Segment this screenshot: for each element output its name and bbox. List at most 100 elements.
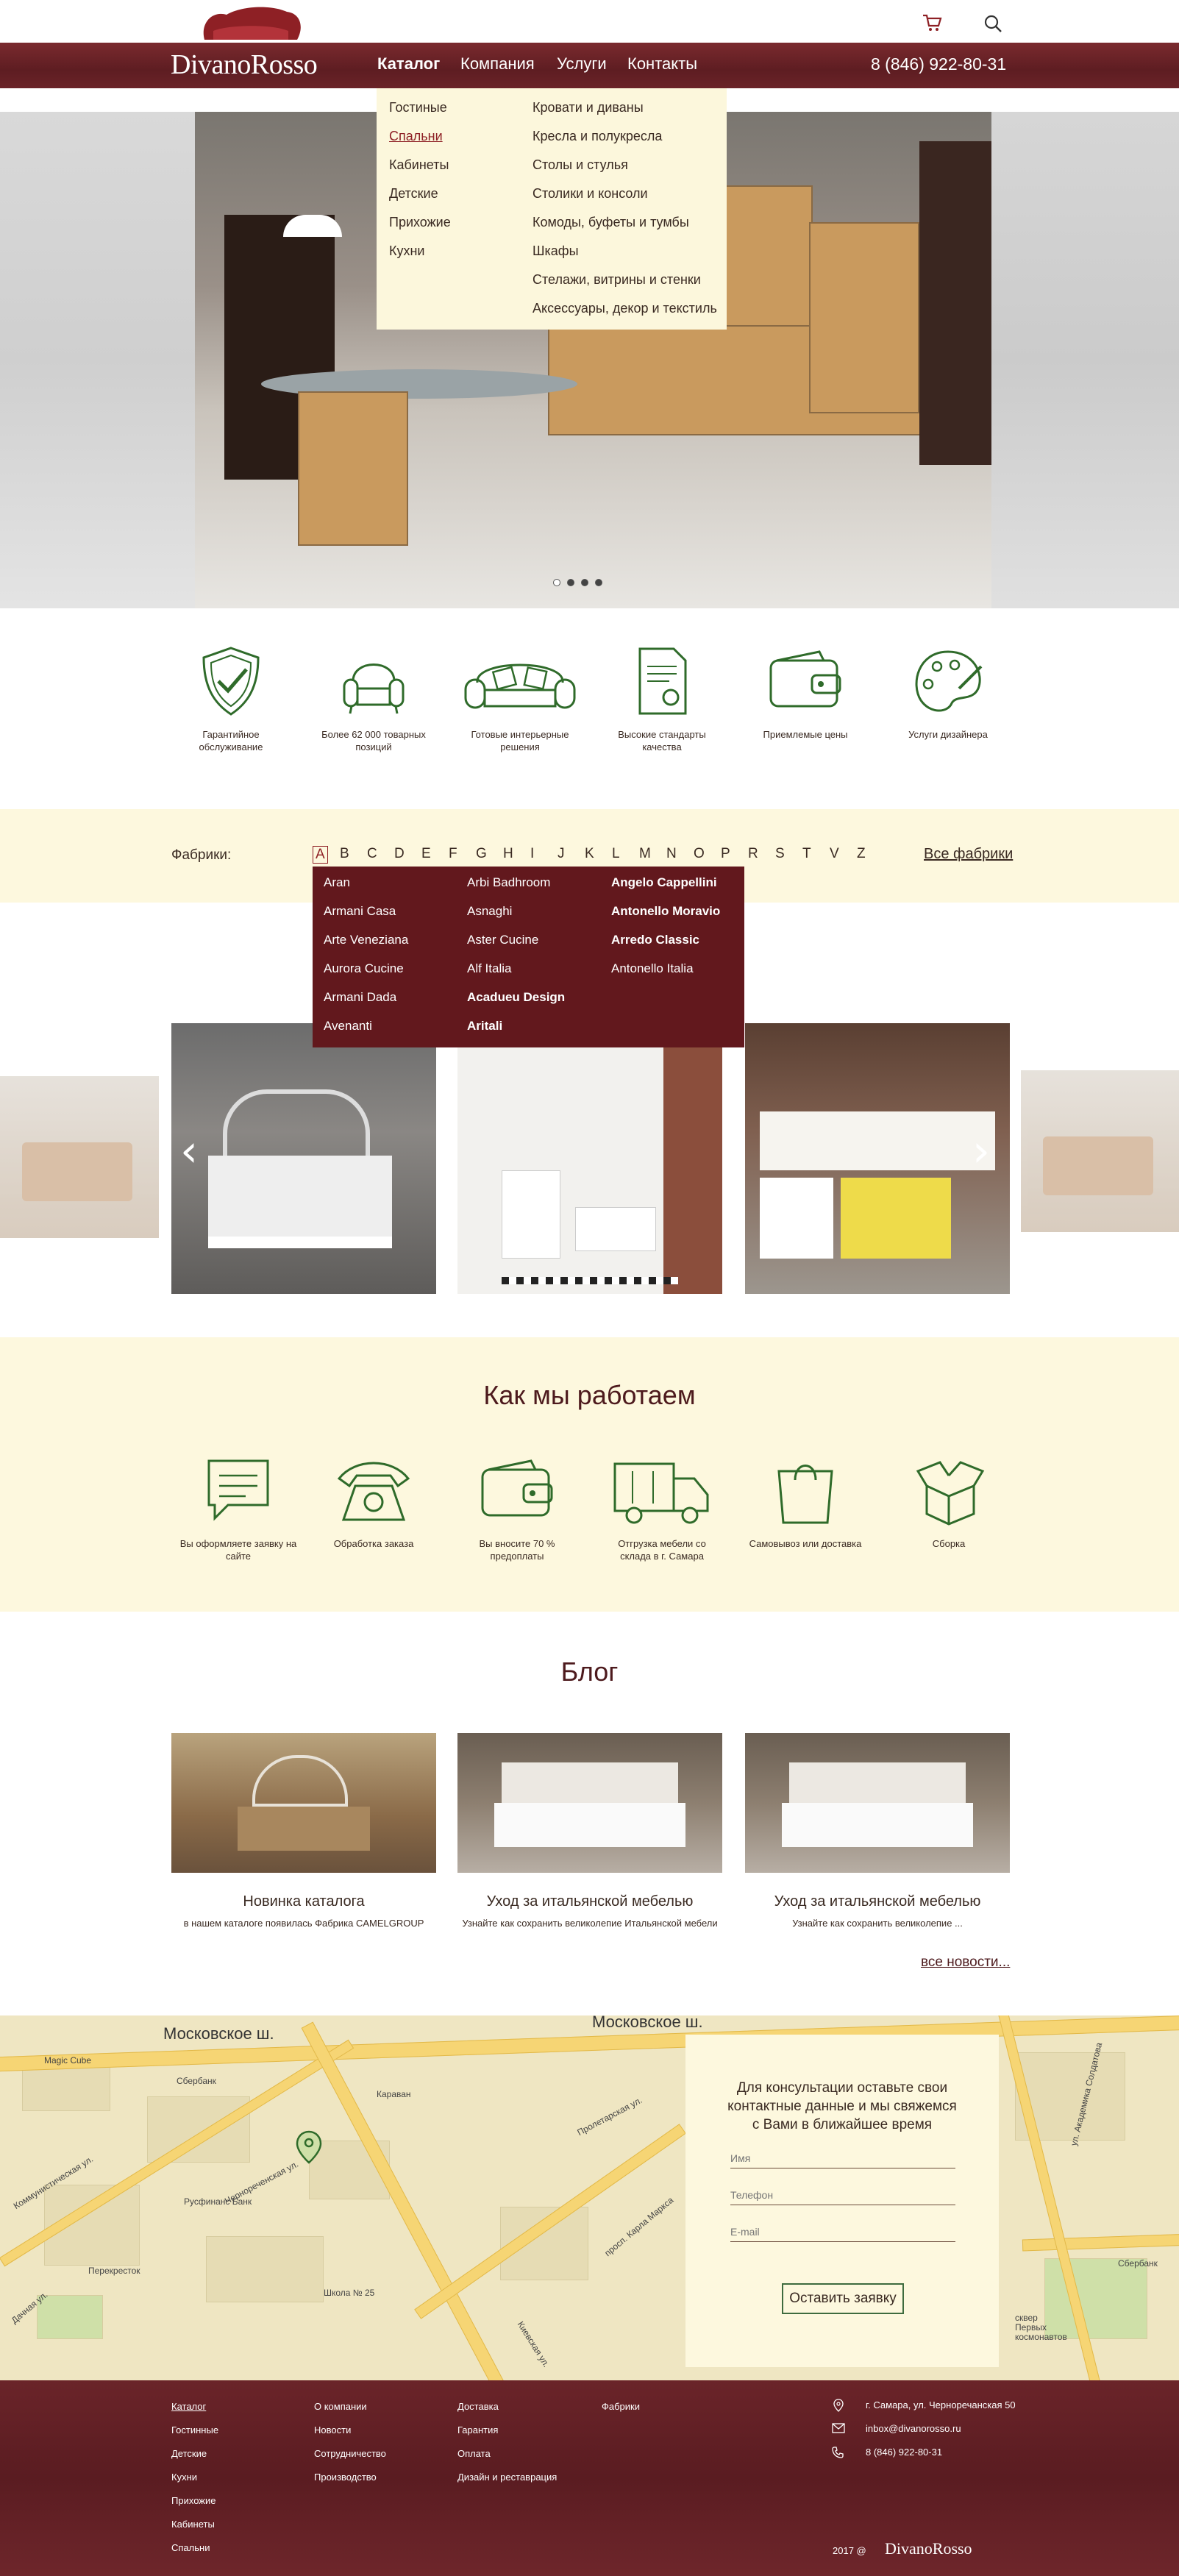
name-input[interactable] (730, 2152, 955, 2164)
footer-link[interactable]: Фабрики (602, 2401, 640, 2412)
footer-logo[interactable]: DivanoRosso (885, 2539, 972, 2558)
letter-t[interactable]: T (802, 846, 811, 862)
footer-link[interactable]: Новости (314, 2424, 351, 2436)
letter-j[interactable]: J (558, 846, 565, 862)
factory-item[interactable]: Asnaghi (467, 904, 512, 919)
menu-item[interactable]: Кресла и полукресла (532, 129, 662, 144)
factory-item[interactable]: Antonello Moravio (611, 904, 720, 919)
factory-item[interactable]: Aurora Cucine (324, 961, 404, 976)
letter-h[interactable]: H (503, 846, 513, 862)
blog-post-title[interactable]: Уход за итальянской мебелью (745, 1893, 1010, 1910)
factory-item[interactable]: Acadueu Design (467, 990, 565, 1005)
menu-item[interactable]: Кровати и диваны (532, 100, 644, 115)
blog-post[interactable]: Новинка каталога в нашем каталоге появил… (171, 1733, 436, 1929)
search-icon[interactable] (983, 13, 1003, 34)
footer-link[interactable]: Дизайн и реставрация (457, 2472, 557, 2483)
phone-input[interactable] (730, 2189, 955, 2201)
all-factories-link[interactable]: Все фабрики (924, 846, 1013, 863)
factory-item[interactable]: Arte Veneziana (324, 933, 408, 947)
blog-post-title[interactable]: Уход за итальянской мебелью (457, 1893, 722, 1910)
footer-link[interactable]: Гарантия (457, 2424, 498, 2436)
hero-next-slide[interactable] (991, 112, 1179, 608)
menu-item[interactable]: Столы и стулья (532, 157, 628, 173)
factory-item[interactable]: Antonello Italia (611, 961, 694, 976)
slider-dot[interactable] (567, 579, 574, 586)
letter-l[interactable]: L (612, 846, 620, 862)
nav-services[interactable]: Услуги (557, 54, 607, 74)
factory-item[interactable]: Avenanti (324, 1019, 372, 1033)
chevron-right-icon[interactable]: › (972, 1125, 990, 1177)
footer-link[interactable]: Спальни (171, 2542, 210, 2553)
menu-item[interactable]: Комоды, буфеты и тумбы (532, 215, 689, 230)
factory-item[interactable]: Aster Cucine (467, 933, 538, 947)
letter-v[interactable]: V (830, 846, 839, 862)
letter-m[interactable]: M (639, 846, 651, 862)
footer-link[interactable]: Кабинеты (171, 2519, 215, 2530)
all-news-link[interactable]: все новости... (921, 1954, 1010, 1971)
letter-i[interactable]: I (530, 846, 534, 862)
factory-item[interactable]: Arredo Classic (611, 933, 699, 947)
gallery-image[interactable] (457, 1023, 722, 1294)
footer-email[interactable]: inbox@divanorosso.ru (866, 2423, 961, 2434)
menu-item[interactable]: Аксессуары, декор и текстиль (532, 301, 717, 316)
letter-e[interactable]: E (421, 846, 431, 862)
letter-k[interactable]: K (585, 846, 594, 862)
factory-item[interactable]: Arbi Badhroom (467, 875, 550, 890)
letter-c[interactable]: C (367, 846, 377, 862)
factory-item[interactable]: Armani Dada (324, 990, 396, 1005)
footer-link[interactable]: Кухни (171, 2472, 197, 2483)
blog-post-title[interactable]: Новинка каталога (171, 1893, 436, 1910)
letter-o[interactable]: O (694, 846, 705, 862)
blog-post-image[interactable] (171, 1733, 436, 1873)
factory-item[interactable]: Angelo Cappellini (611, 875, 717, 890)
menu-item[interactable]: Кабинеты (389, 157, 449, 173)
name-field[interactable] (730, 2146, 955, 2168)
logo-sofa-icon[interactable] (197, 1, 304, 46)
letter-p[interactable]: P (721, 846, 730, 862)
chevron-left-icon[interactable]: ‹ (180, 1125, 198, 1177)
nav-company[interactable]: Компания (460, 54, 535, 74)
menu-item[interactable]: Столики и консоли (532, 186, 648, 202)
footer-link[interactable]: О компании (314, 2401, 367, 2412)
gallery-prev-image[interactable] (0, 1076, 159, 1238)
gallery-image[interactable] (171, 1023, 436, 1294)
menu-item[interactable]: Прихожие (389, 215, 451, 230)
blog-post[interactable]: Уход за итальянской мебелью Узнайте как … (745, 1733, 1010, 1929)
footer-phone[interactable]: 8 (846) 922-80-31 (866, 2447, 942, 2458)
factory-item[interactable]: Armani Casa (324, 904, 396, 919)
submit-button[interactable]: Оставить заявку (782, 2283, 904, 2314)
blog-post[interactable]: Уход за итальянской мебелью Узнайте как … (457, 1733, 722, 1929)
letter-n[interactable]: N (666, 846, 677, 862)
map-pin-icon[interactable] (296, 2130, 322, 2164)
letter-d[interactable]: D (394, 846, 405, 862)
menu-item[interactable]: Кухни (389, 243, 424, 259)
footer-link[interactable]: Детские (171, 2448, 207, 2459)
letter-r[interactable]: R (748, 846, 758, 862)
cart-icon[interactable] (922, 13, 942, 32)
letter-a[interactable]: A (313, 846, 328, 864)
nav-contacts[interactable]: Контакты (627, 54, 697, 74)
slider-dot[interactable] (581, 579, 588, 586)
phone-field[interactable] (730, 2183, 955, 2205)
factory-item[interactable]: Aritali (467, 1019, 502, 1033)
blog-post-image[interactable] (457, 1733, 722, 1873)
email-field[interactable] (730, 2220, 955, 2242)
logo-text[interactable]: DivanoRosso (171, 49, 318, 81)
gallery-image[interactable] (745, 1023, 1010, 1294)
letter-b[interactable]: B (340, 846, 349, 862)
menu-item[interactable]: Стелажи, витрины и стенки (532, 272, 701, 288)
hero-prev-slide[interactable] (0, 112, 195, 608)
factory-item[interactable]: Aran (324, 875, 350, 890)
letter-s[interactable]: S (775, 846, 785, 862)
letter-f[interactable]: F (449, 846, 457, 862)
footer-link[interactable]: Сотрудничество (314, 2448, 386, 2459)
footer-link[interactable]: Прихожие (171, 2495, 216, 2506)
menu-item[interactable]: Шкафы (532, 243, 579, 259)
blog-post-image[interactable] (745, 1733, 1010, 1873)
footer-link[interactable]: Производство (314, 2472, 377, 2483)
footer-link[interactable]: Каталог (171, 2401, 206, 2412)
menu-item[interactable]: Гостиные (389, 100, 447, 115)
menu-item-active[interactable]: Спальни (389, 129, 443, 144)
gallery-next-image[interactable] (1021, 1070, 1179, 1232)
footer-link[interactable]: Доставка (457, 2401, 499, 2412)
